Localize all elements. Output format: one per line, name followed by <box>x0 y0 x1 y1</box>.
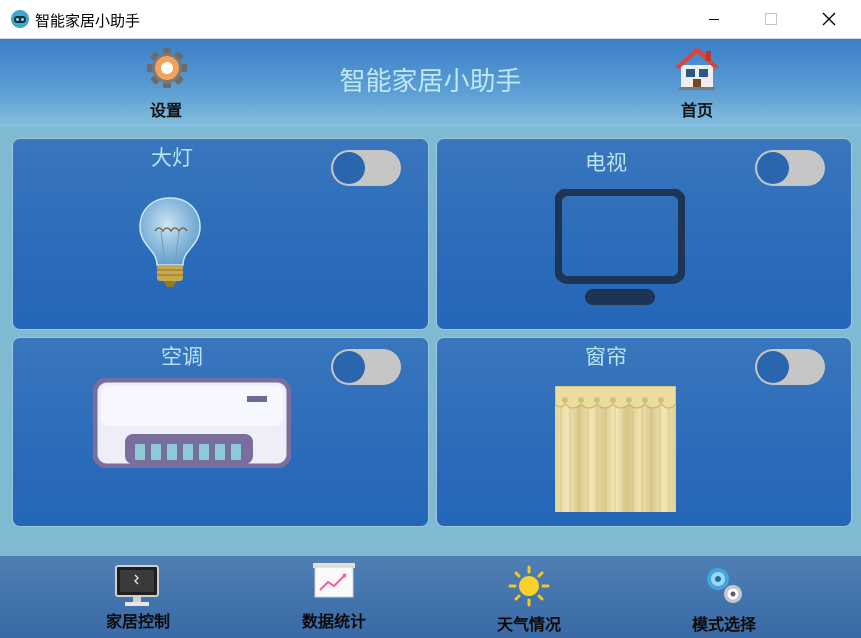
nav-home-control[interactable]: 家居控制 <box>68 556 208 638</box>
nav-label: 家居控制 <box>105 612 170 631</box>
nav-mode-select[interactable]: 模式选择 <box>654 556 794 638</box>
maximize-button[interactable] <box>742 0 800 38</box>
toggle-knob <box>757 351 789 383</box>
light-bulb-icon <box>139 197 201 287</box>
device-card-curtain[interactable]: 窗帘 <box>436 337 852 527</box>
close-button[interactable] <box>800 0 858 38</box>
settings-button[interactable]: 设置 <box>126 45 206 120</box>
nav-data-stats[interactable]: 数据统计 <box>264 556 404 638</box>
curtain-toggle[interactable] <box>755 349 825 385</box>
maximize-icon <box>765 13 777 25</box>
air-conditioner-icon <box>93 378 291 468</box>
toggle-knob <box>333 152 365 184</box>
close-icon <box>822 12 836 26</box>
home-label: 首页 <box>680 101 713 120</box>
device-title-light: 大灯 <box>151 146 193 170</box>
device-card-ac[interactable]: 空调 <box>12 337 429 527</box>
toggle-knob <box>757 152 789 184</box>
minimize-icon <box>709 19 719 20</box>
settings-label: 设置 <box>149 101 182 120</box>
toggle-knob <box>333 351 365 383</box>
house-icon <box>675 47 719 90</box>
app-header: 智能家居小助手 设置 首页 <box>0 39 861 127</box>
robot-app-icon <box>11 10 29 28</box>
title-bar: 智能家居小助手 <box>0 0 861 39</box>
sun-icon <box>508 565 550 607</box>
device-card-light[interactable]: 大灯 <box>12 138 429 330</box>
device-title-curtain: 窗帘 <box>585 345 627 369</box>
device-card-tv[interactable]: 电视 <box>436 138 852 330</box>
ac-toggle[interactable] <box>331 349 401 385</box>
minimize-button[interactable] <box>685 0 743 38</box>
nav-label: 模式选择 <box>691 615 756 634</box>
bottom-nav: 家居控制 数据统计 天气情况 模式选择 <box>0 556 861 638</box>
app-window: 智能家居小助手 智能家居小助手 设置 首页 大灯 电视 空调 窗帘 家居控制 数… <box>0 0 861 638</box>
window-title: 智能家居小助手 <box>35 12 141 30</box>
gear-icon <box>147 48 187 88</box>
nav-weather[interactable]: 天气情况 <box>459 556 599 638</box>
monitor-icon <box>115 565 159 606</box>
gears-icon <box>707 568 742 603</box>
home-button[interactable]: 首页 <box>657 45 737 120</box>
device-title-ac: 空调 <box>161 345 203 369</box>
nav-label: 天气情况 <box>496 615 561 634</box>
device-title-tv: 电视 <box>585 151 627 175</box>
light-toggle[interactable] <box>331 150 401 186</box>
tv-toggle[interactable] <box>755 150 825 186</box>
tv-icon <box>555 189 685 305</box>
nav-label: 数据统计 <box>301 612 366 631</box>
chart-board-icon <box>313 563 355 598</box>
curtain-icon <box>555 386 676 512</box>
